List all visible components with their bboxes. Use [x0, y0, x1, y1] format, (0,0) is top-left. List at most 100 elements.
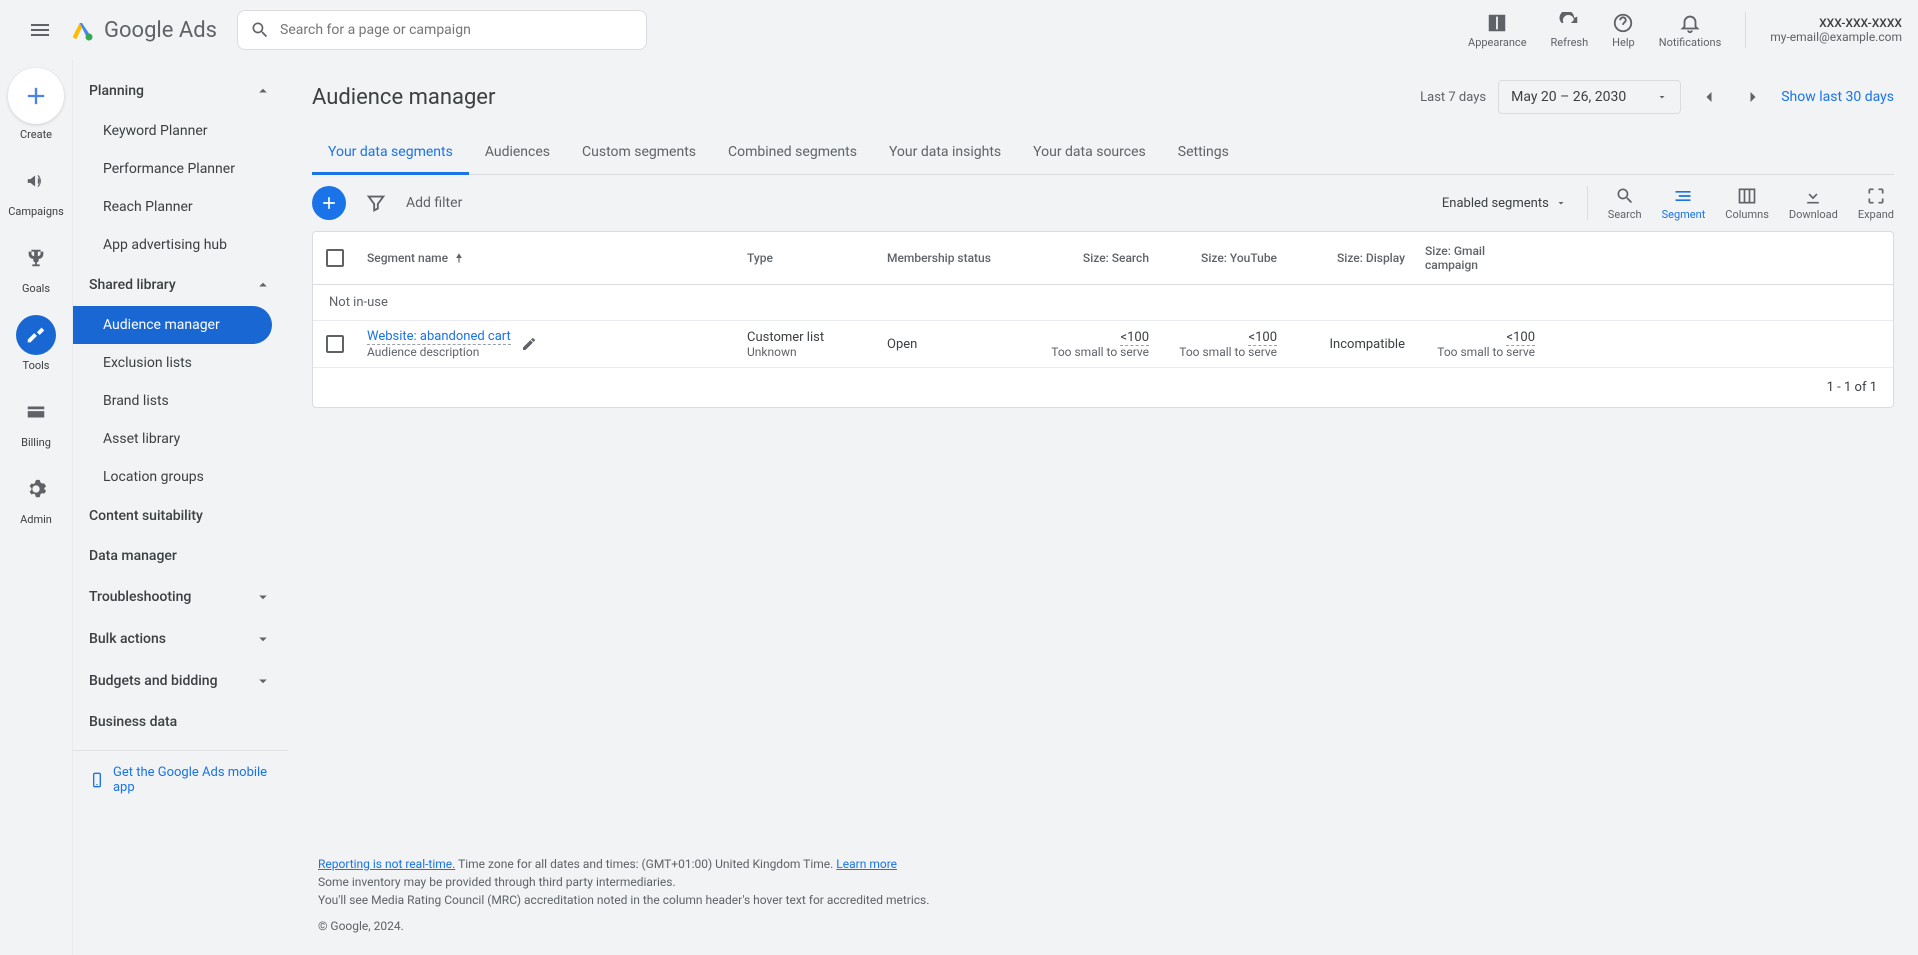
table-group-label: Not in-use: [313, 285, 1893, 321]
rail-billing[interactable]: Billing: [16, 392, 56, 449]
tab-combined-segments[interactable]: Combined segments: [712, 130, 873, 174]
tool-segment[interactable]: Segment: [1662, 186, 1706, 221]
nav-asset-library[interactable]: Asset library: [73, 420, 288, 458]
nav-reach-planner[interactable]: Reach Planner: [73, 188, 288, 226]
chevron-down-icon: [254, 672, 272, 690]
rail-tools[interactable]: Tools: [16, 315, 56, 372]
search-box[interactable]: [237, 10, 647, 50]
tab-data-insights[interactable]: Your data insights: [873, 130, 1017, 174]
show-last-30-link[interactable]: Show last 30 days: [1781, 89, 1894, 105]
add-segment-button[interactable]: [312, 186, 346, 220]
nav-troubleshooting[interactable]: Troubleshooting: [73, 576, 288, 618]
search-icon: [250, 20, 270, 40]
megaphone-icon: [25, 170, 47, 192]
appearance-icon: [1486, 12, 1508, 34]
nav-brand-lists[interactable]: Brand lists: [73, 382, 288, 420]
nav-performance-planner[interactable]: Performance Planner: [73, 150, 288, 188]
refresh-icon: [1558, 12, 1580, 34]
edit-icon[interactable]: [521, 336, 537, 352]
date-range-label: Last 7 days: [1420, 90, 1486, 105]
side-nav: Planning Keyword Planner Performance Pla…: [72, 60, 288, 955]
tab-settings[interactable]: Settings: [1162, 130, 1245, 174]
create-button[interactable]: Create: [8, 68, 64, 141]
expand-icon: [1866, 186, 1886, 206]
col-size-search[interactable]: Size: Search: [1031, 232, 1159, 284]
enabled-segments-dropdown[interactable]: Enabled segments: [1442, 196, 1567, 211]
tool-expand[interactable]: Expand: [1858, 186, 1894, 221]
add-filter-button[interactable]: Add filter: [406, 195, 462, 211]
row-size-search: <100: [1120, 330, 1149, 346]
nav-budgets[interactable]: Budgets and bidding: [73, 660, 288, 702]
nav-business-data[interactable]: Business data: [73, 702, 288, 742]
nav-exclusion-lists[interactable]: Exclusion lists: [73, 344, 288, 382]
notifications-button[interactable]: Notifications: [1659, 12, 1722, 49]
dropdown-icon: [1656, 91, 1668, 103]
segments-table: Segment name Type Membership status Size…: [312, 231, 1894, 408]
rail-campaigns[interactable]: Campaigns: [8, 161, 64, 218]
menu-icon: [28, 18, 52, 42]
row-type-sub: Unknown: [747, 345, 867, 359]
appearance-button[interactable]: Appearance: [1468, 12, 1527, 49]
tab-your-data-segments[interactable]: Your data segments: [312, 130, 469, 174]
help-icon: [1612, 12, 1634, 34]
tab-custom-segments[interactable]: Custom segments: [566, 130, 712, 174]
nav-group-planning[interactable]: Planning: [73, 70, 288, 112]
tab-data-sources[interactable]: Your data sources: [1017, 130, 1162, 174]
main-menu-button[interactable]: [16, 6, 64, 54]
nav-keyword-planner[interactable]: Keyword Planner: [73, 112, 288, 150]
nav-location-groups[interactable]: Location groups: [73, 458, 288, 496]
select-all-checkbox[interactable]: [326, 249, 344, 267]
nav-group-shared[interactable]: Shared library: [73, 264, 288, 306]
divider: [1587, 186, 1588, 220]
chevron-down-icon: [254, 588, 272, 606]
col-membership-status[interactable]: Membership status: [877, 232, 1031, 284]
card-icon: [25, 401, 47, 423]
learn-more-link[interactable]: Learn more: [836, 857, 897, 871]
mobile-app-link[interactable]: Get the Google Ads mobile app: [73, 750, 288, 809]
chevron-up-icon: [254, 276, 272, 294]
row-type: Customer list: [747, 330, 867, 345]
col-size-gmail[interactable]: Size: Gmail campaign: [1415, 232, 1545, 284]
filter-button[interactable]: [358, 185, 394, 221]
tab-audiences[interactable]: Audiences: [469, 130, 566, 174]
plus-icon: [22, 82, 50, 110]
table-header: Segment name Type Membership status Size…: [313, 232, 1893, 285]
copyright: © Google, 2024.: [318, 917, 1894, 935]
search-input[interactable]: [280, 22, 634, 38]
date-picker[interactable]: May 20 – 26, 2030: [1498, 80, 1681, 114]
sort-up-icon: [452, 251, 466, 265]
nav-rail: Create Campaigns Goals Tools Billing Adm…: [0, 60, 72, 955]
nav-app-advertising[interactable]: App advertising hub: [73, 226, 288, 264]
reporting-link[interactable]: Reporting is not real-time.: [318, 857, 455, 871]
chevron-down-icon: [254, 630, 272, 648]
col-segment-name[interactable]: Segment name: [357, 232, 737, 284]
date-prev-button[interactable]: [1693, 81, 1725, 113]
date-next-button[interactable]: [1737, 81, 1769, 113]
nav-bulk-actions[interactable]: Bulk actions: [73, 618, 288, 660]
table-pager: 1 - 1 of 1: [313, 368, 1893, 407]
col-size-display[interactable]: Size: Display: [1287, 232, 1415, 284]
account-info[interactable]: XXX-XXX-XXXX my-email@example.com: [1770, 16, 1902, 44]
chevron-up-icon: [254, 82, 272, 100]
segment-link[interactable]: Website: abandoned cart: [367, 329, 511, 345]
col-type[interactable]: Type: [737, 232, 877, 284]
nav-audience-manager[interactable]: Audience manager: [73, 306, 272, 344]
rail-admin[interactable]: Admin: [16, 469, 56, 526]
table-row: Website: abandoned cart Audience descrip…: [313, 321, 1893, 368]
tabs: Your data segments Audiences Custom segm…: [312, 130, 1894, 175]
col-size-youtube[interactable]: Size: YouTube: [1159, 232, 1287, 284]
refresh-button[interactable]: Refresh: [1551, 12, 1589, 49]
divider: [1745, 12, 1746, 48]
rail-goals[interactable]: Goals: [16, 238, 56, 295]
row-checkbox[interactable]: [326, 335, 344, 353]
tool-search[interactable]: Search: [1608, 186, 1642, 221]
google-ads-logo-icon: [68, 16, 96, 44]
footer: Reporting is not real-time. Time zone fo…: [312, 835, 1894, 945]
download-icon: [1803, 186, 1823, 206]
help-button[interactable]: Help: [1612, 12, 1635, 49]
nav-content-suitability[interactable]: Content suitability: [73, 496, 288, 536]
search-icon: [1615, 186, 1635, 206]
tool-columns[interactable]: Columns: [1725, 186, 1769, 221]
tool-download[interactable]: Download: [1789, 186, 1838, 221]
nav-data-manager[interactable]: Data manager: [73, 536, 288, 576]
